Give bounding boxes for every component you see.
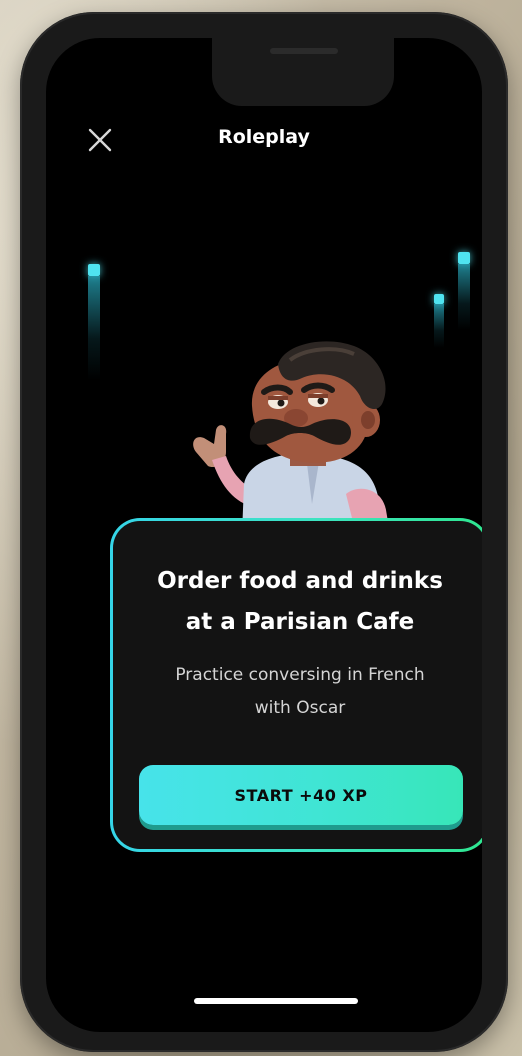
phone-notch: [212, 38, 394, 106]
audio-level-trail: [88, 276, 100, 380]
home-indicator[interactable]: [194, 998, 358, 1004]
audio-level-cap: [434, 294, 444, 304]
lesson-subtitle-line-2: with Oscar: [254, 698, 346, 718]
audio-level-trail: [458, 264, 470, 330]
speaker-grille: [270, 48, 338, 54]
lesson-subtitle: Practice conversing in French with Oscar: [113, 659, 482, 725]
audio-level-bar-right-short: [434, 294, 444, 348]
lesson-title: Order food and drinks at a Parisian Cafe: [113, 561, 482, 643]
audio-level-cap: [458, 252, 470, 264]
audio-level-bar-left: [88, 264, 100, 380]
start-button[interactable]: START +40 XP: [139, 765, 463, 825]
audio-level-bar-right-tall: [458, 252, 470, 330]
app-screen: Roleplay Order food and drinks at a Pari…: [46, 38, 482, 1032]
lesson-title-line-2: at a Parisian Cafe: [185, 609, 415, 635]
page-title: Roleplay: [218, 126, 310, 148]
audio-level-trail: [434, 304, 444, 348]
lesson-subtitle-line-1: Practice conversing in French: [175, 665, 425, 685]
audio-level-cap: [88, 264, 100, 276]
phone-frame: Roleplay Order food and drinks at a Pari…: [20, 12, 508, 1052]
lesson-title-line-1: Order food and drinks: [157, 568, 443, 594]
waiter-character-illustration: [193, 341, 390, 534]
lesson-card: Order food and drinks at a Parisian Cafe…: [110, 518, 482, 852]
